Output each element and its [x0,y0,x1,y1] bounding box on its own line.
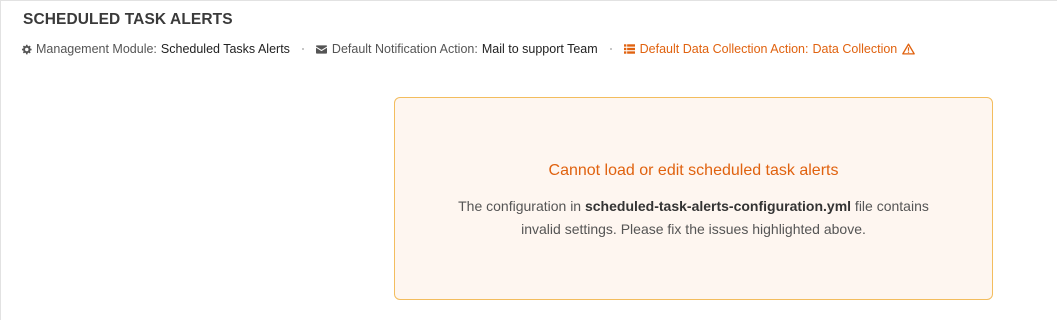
error-message: The configuration in scheduled-task-aler… [435,195,952,241]
management-module-value: Scheduled Tasks Alerts [160,42,290,56]
management-module-label: Management Module: [36,42,157,56]
meta-data-collection-action[interactable]: Default Data Collection Action: Data Col… [624,42,916,56]
gear-icon [20,43,32,55]
page-title: SCHEDULED TASK ALERTS [23,11,233,28]
separator-dot [609,48,612,50]
error-card: Cannot load or edit scheduled task alert… [394,97,993,300]
page-frame: SCHEDULED TASK ALERTS Management Module:… [0,0,1057,320]
separator-dot [301,48,304,50]
envelope-icon [316,43,328,55]
notification-action-label: Default Notification Action: [331,42,478,56]
meta-management-module: Management Module: Scheduled Tasks Alert… [20,42,290,56]
meta-notification-action: Default Notification Action: Mail to sup… [316,42,598,56]
error-title: Cannot load or edit scheduled task alert… [548,162,839,179]
notification-action-value: Mail to support Team [481,42,598,56]
warning-triangle-icon [902,43,916,55]
data-collection-action-value: Data Collection [812,42,898,56]
list-icon [624,43,636,55]
data-collection-action-label: Default Data Collection Action: [639,42,809,56]
error-message-line2: invalid settings. Please fix the issues … [521,221,866,237]
error-message-suffix: file contains [851,198,929,214]
meta-bar: Management Module: Scheduled Tasks Alert… [20,41,916,57]
config-filename: scheduled-task-alerts-configuration.yml [584,198,852,214]
error-message-prefix: The configuration in [458,198,585,214]
